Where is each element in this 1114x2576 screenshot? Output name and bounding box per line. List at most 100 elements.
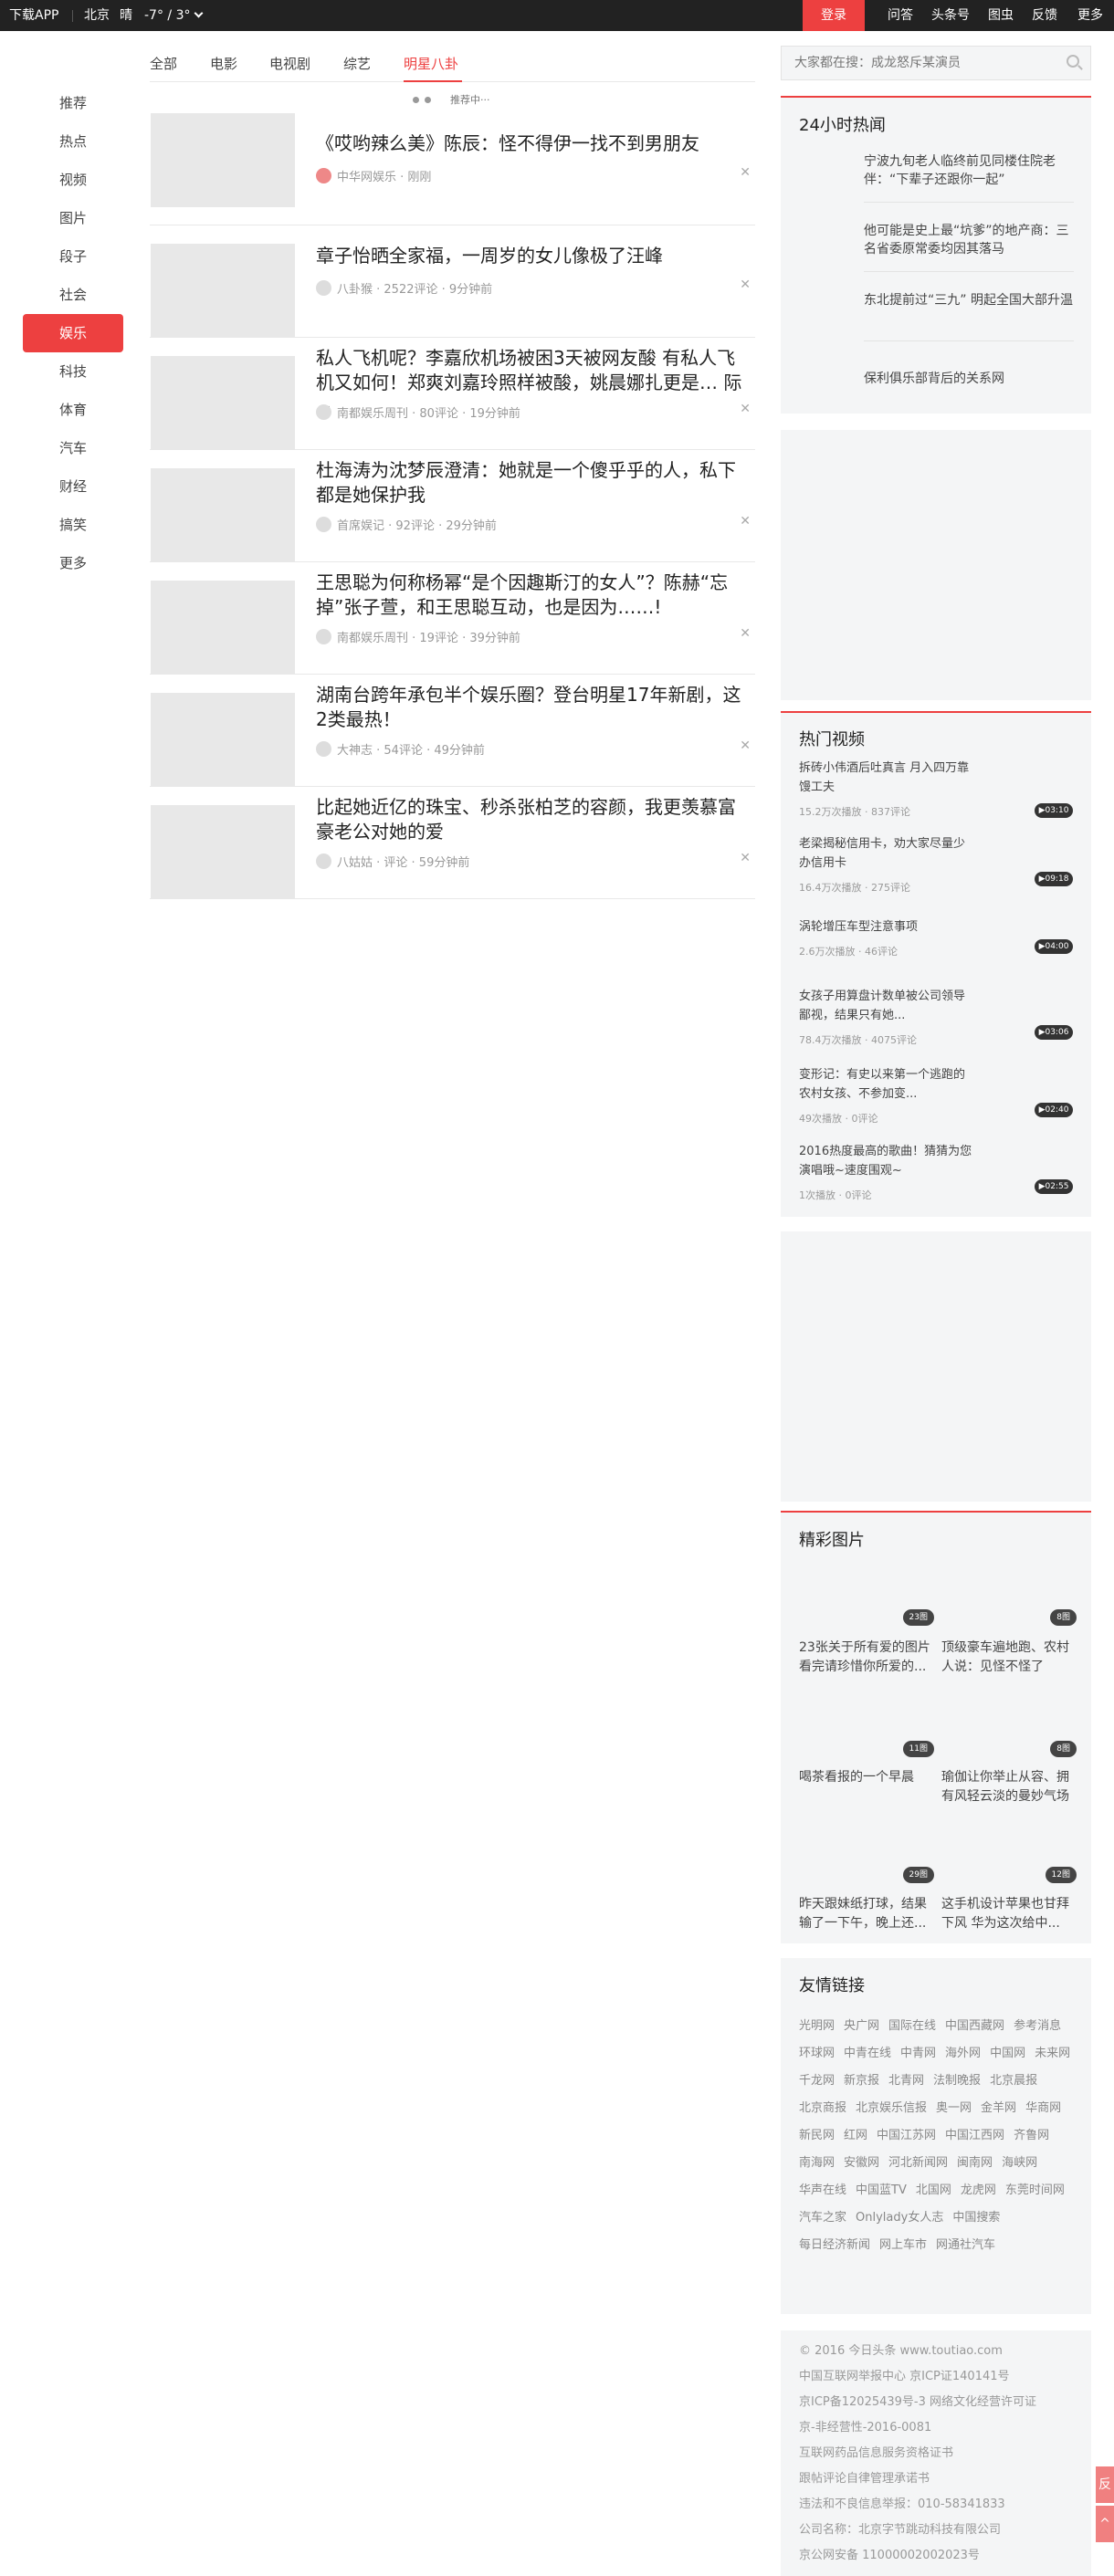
sidebar-item-auto[interactable]: 汽车: [23, 429, 123, 467]
friend-link[interactable]: 未来网: [1035, 2040, 1070, 2068]
dislike-close-icon[interactable]: ✕: [740, 851, 751, 865]
hot-news-item[interactable]: 宁波九旬老人临终前见同楼住院老伴：“下辈子还跟你一起”: [864, 152, 1074, 189]
nav-feedback[interactable]: 反馈: [1032, 0, 1057, 31]
friend-link[interactable]: 中国西藏网: [945, 2013, 1004, 2040]
news-thumbnail[interactable]: [151, 356, 295, 450]
news-thumbnail[interactable]: [151, 805, 295, 899]
sidebar-item-jokes[interactable]: 段子: [23, 237, 123, 276]
picture-title[interactable]: 顶级豪车遍地跑、农村人说：见怪不怪了: [941, 1639, 1077, 1677]
dislike-close-icon[interactable]: ✕: [740, 514, 751, 529]
copyright[interactable]: © 2016 今日头条 www.toutiao.com: [799, 2339, 1073, 2364]
video-item[interactable]: 女孩子用算盘计数单被公司领导鄙视，结果只有她... 78.4万次播放 · 407…: [799, 987, 1073, 1047]
sidebar-item-hot[interactable]: 热点: [23, 122, 123, 161]
news-title[interactable]: 比起她近亿的珠宝、秒杀张柏芝的容颜，我更羡慕富豪老公对她的爱: [316, 795, 752, 844]
video-title[interactable]: 涡轮增压车型注意事项: [799, 917, 972, 937]
news-item[interactable]: 杜海涛为沈梦辰澄清：她就是一个傻乎乎的人，私下都是她保护我 首席娱记 · 92评…: [150, 450, 755, 562]
dislike-close-icon[interactable]: ✕: [740, 738, 751, 753]
friend-link[interactable]: 华声在线: [799, 2177, 846, 2204]
friend-link[interactable]: 参考消息: [1014, 2013, 1061, 2040]
footer-link[interactable]: 跟帖评论自律管理承诺书: [799, 2466, 1073, 2492]
dislike-close-icon[interactable]: ✕: [740, 165, 751, 180]
friend-link[interactable]: 中青网: [900, 2040, 936, 2068]
video-title[interactable]: 拆砖小伟酒后吐真言 月入四万靠馒工夫: [799, 759, 972, 797]
footer-link[interactable]: 互联网药品信息服务资格证书: [799, 2441, 1073, 2466]
friend-link[interactable]: 汽车之家: [799, 2204, 846, 2232]
video-item[interactable]: 老梁揭秘信用卡，劝大家尽量少办信用卡 16.4万次播放 · 275评论 ▶09:…: [799, 834, 1073, 895]
friend-link[interactable]: 北国网: [916, 2177, 951, 2204]
download-app-link[interactable]: 下载APP: [9, 0, 58, 31]
hot-news-item[interactable]: 他可能是史上最“坑爹”的地产商：三名省委原常委均因其落马: [864, 222, 1074, 258]
friend-link[interactable]: 环球网: [799, 2040, 835, 2068]
picture-title[interactable]: 23张关于所有爱的图片 看完请珍惜你所爱的...: [799, 1639, 934, 1677]
nav-more[interactable]: 更多: [1077, 0, 1103, 31]
friend-link[interactable]: 金羊网: [981, 2095, 1016, 2122]
video-title[interactable]: 2016热度最高的歌曲！猜猜为您演唱哦~速度围观~: [799, 1142, 972, 1180]
video-title[interactable]: 老梁揭秘信用卡，劝大家尽量少办信用卡: [799, 834, 972, 873]
footer-link[interactable]: 京-非经营性-2016-0081: [799, 2415, 1073, 2441]
sidebar-item-video[interactable]: 视频: [23, 161, 123, 199]
news-title[interactable]: 王思聪为何称杨幂“是个因趣斯汀的女人”？陈赫“忘掉”张子萱，和王思聪互动，也是因…: [316, 571, 752, 620]
news-title[interactable]: 杜海涛为沈梦辰澄清：她就是一个傻乎乎的人，私下都是她保护我: [316, 458, 752, 508]
news-thumbnail[interactable]: [151, 468, 295, 562]
footer-link[interactable]: 中国互联网举报中心 京ICP证140141号: [799, 2364, 1073, 2390]
friend-link[interactable]: 中国江苏网: [877, 2122, 936, 2150]
friend-link[interactable]: 北京商报: [799, 2095, 846, 2122]
sidebar-item-entertainment[interactable]: 娱乐: [23, 314, 123, 352]
footer-link[interactable]: 京ICP备12025439号-3 网络文化经营许可证: [799, 2390, 1073, 2415]
tab-all[interactable]: 全部: [150, 53, 177, 82]
friend-link[interactable]: 北京娱乐信报: [856, 2095, 927, 2122]
news-item[interactable]: 章子怡晒全家福，一周岁的女儿像极了汪峰 八卦猴 · 2522评论 · 9分钟前 …: [150, 225, 755, 338]
friend-link[interactable]: 网上车市: [879, 2232, 927, 2259]
video-item[interactable]: 2016热度最高的歌曲！猜猜为您演唱哦~速度围观~ 1次播放 · 0评论 ▶02…: [799, 1142, 1073, 1202]
news-thumbnail[interactable]: [151, 693, 295, 787]
sidebar-item-recommend[interactable]: 推荐: [23, 84, 123, 122]
friend-link[interactable]: 每日经济新闻: [799, 2232, 870, 2259]
sidebar-item-funny[interactable]: 搞笑: [23, 506, 123, 544]
search-icon[interactable]: [1067, 55, 1079, 68]
tab-tv-series[interactable]: 电视剧: [269, 53, 310, 82]
tab-variety[interactable]: 综艺: [343, 53, 371, 82]
video-item[interactable]: 变形记：有史以来第一个逃跑的农村女孩、不参加变... 49次播放 · 0评论 ▶…: [799, 1065, 1073, 1126]
search-input[interactable]: 大家都在搜：成龙怒斥某演员: [781, 46, 1091, 80]
news-item[interactable]: 比起她近亿的珠宝、秒杀张柏芝的容颜，我更羡慕富豪老公对她的爱 八姑姑 · 评论 …: [150, 787, 755, 899]
news-thumbnail[interactable]: [151, 581, 295, 675]
friend-link[interactable]: 国际在线: [888, 2013, 936, 2040]
sidebar-item-sports[interactable]: 体育: [23, 391, 123, 429]
friend-link[interactable]: 奥一网: [936, 2095, 972, 2122]
friend-link[interactable]: 龙虎网: [961, 2177, 996, 2204]
footer-link[interactable]: 京公网安备 11000002002023号: [799, 2543, 1073, 2569]
friend-link[interactable]: 千龙网: [799, 2068, 835, 2095]
login-button[interactable]: 登录: [803, 0, 865, 31]
friend-link[interactable]: 红网: [844, 2122, 867, 2150]
news-item[interactable]: 《哎哟辣么美》陈辰：怪不得伊一找不到男朋友 中华网娱乐 · 刚刚 ✕: [150, 113, 755, 225]
friend-link[interactable]: 北京晨报: [990, 2068, 1037, 2095]
news-item[interactable]: 私人飞机呢？李嘉欣机场被困3天被网友酸 有私人飞机又如何！郑爽刘嘉玲照样被酸，姚…: [150, 338, 755, 450]
news-thumbnail[interactable]: [151, 113, 295, 207]
video-title[interactable]: 变形记：有史以来第一个逃跑的农村女孩、不参加变...: [799, 1065, 972, 1104]
friend-link[interactable]: 安徽网: [844, 2150, 879, 2177]
friend-link[interactable]: 南海网: [799, 2150, 835, 2177]
friend-link[interactable]: 闽南网: [957, 2150, 993, 2177]
friend-link[interactable]: 中国搜索: [952, 2204, 1000, 2232]
friend-link[interactable]: 海峡网: [1002, 2150, 1037, 2177]
sidebar-item-more[interactable]: 更多: [23, 544, 123, 582]
friend-link[interactable]: 光明网: [799, 2013, 835, 2040]
friend-link[interactable]: 海外网: [945, 2040, 981, 2068]
news-item[interactable]: 湖南台跨年承包半个娱乐圈？登台明星17年新剧，这2类最热！ 大神志 · 54评论…: [150, 675, 755, 787]
dislike-close-icon[interactable]: ✕: [740, 402, 751, 416]
news-thumbnail[interactable]: [151, 244, 295, 338]
news-item[interactable]: 王思聪为何称杨幂“是个因趣斯汀的女人”？陈赫“忘掉”张子萱，和王思聪互动，也是因…: [150, 562, 755, 675]
video-item[interactable]: 涡轮增压车型注意事项 2.6万次播放 · 46评论 ▶04:00: [799, 917, 1073, 958]
friend-link[interactable]: 北青网: [888, 2068, 924, 2095]
news-title[interactable]: 章子怡晒全家福，一周岁的女儿像极了汪峰: [316, 244, 752, 268]
friend-link[interactable]: 网通社汽车: [936, 2232, 995, 2259]
friend-link[interactable]: 中青在线: [844, 2040, 891, 2068]
video-title[interactable]: 女孩子用算盘计数单被公司领导鄙视，结果只有她...: [799, 987, 972, 1025]
friend-link[interactable]: 齐鲁网: [1014, 2122, 1049, 2150]
back-to-top-button[interactable]: ^: [1096, 2506, 1114, 2542]
sidebar-item-images[interactable]: 图片: [23, 199, 123, 237]
nav-tuchong[interactable]: 图虫: [988, 0, 1014, 31]
friend-link[interactable]: 央广网: [844, 2013, 879, 2040]
picture-title[interactable]: 瑜伽让你举止从容、拥有风轻云淡的曼妙气场: [941, 1768, 1077, 1806]
picture-title[interactable]: 喝茶看报的一个早晨: [799, 1768, 934, 1787]
